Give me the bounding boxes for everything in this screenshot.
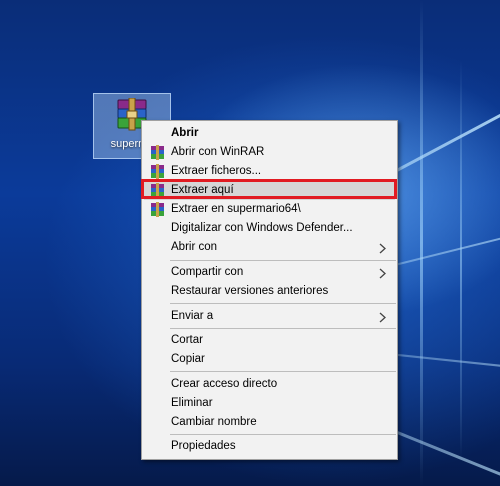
menu-item-extract-here[interactable]: Extraer aquí [144,181,395,200]
menu-item-open[interactable]: Abrir [144,124,395,143]
context-menu: Abrir Abrir con WinRAR Extraer ficheros.… [141,120,398,460]
menu-item-label: Compartir con [171,266,244,278]
winrar-icon [150,145,165,160]
menu-item-extract-files[interactable]: Extraer ficheros... [144,162,395,181]
menu-separator [170,328,396,329]
menu-item-restore-versions[interactable]: Restaurar versiones anteriores [144,282,395,301]
menu-separator [170,434,396,435]
menu-item-label: Abrir con [171,241,218,253]
menu-item-label: Extraer en supermario64\ [171,203,301,215]
menu-separator [170,303,396,304]
chevron-right-icon [379,242,387,254]
menu-item-properties[interactable]: Propiedades [144,437,395,456]
menu-item-label: Copiar [171,353,205,365]
menu-item-open-with-winrar[interactable]: Abrir con WinRAR [144,143,395,162]
menu-item-label: Cortar [171,334,203,346]
menu-item-send-to[interactable]: Enviar a [144,307,395,326]
menu-item-label: Cambiar nombre [171,416,257,428]
menu-item-label: Abrir con WinRAR [171,146,265,158]
menu-item-create-shortcut[interactable]: Crear acceso directo [144,375,395,394]
chevron-right-icon [379,267,387,279]
menu-item-copy[interactable]: Copiar [144,350,395,369]
menu-item-open-with[interactable]: Abrir con [144,238,395,257]
menu-item-label: Extraer ficheros... [171,165,262,177]
menu-item-label: Digitalizar con Windows Defender... [171,222,353,234]
chevron-right-icon [379,311,387,323]
menu-item-label: Restaurar versiones anteriores [171,285,329,297]
menu-item-rename[interactable]: Cambiar nombre [144,413,395,432]
menu-item-delete[interactable]: Eliminar [144,394,395,413]
menu-item-label: Extraer aquí [171,184,234,196]
menu-item-label: Abrir [171,127,199,139]
menu-item-label: Eliminar [171,397,213,409]
menu-item-label: Enviar a [171,310,214,322]
winrar-icon [150,183,165,198]
menu-item-scan-defender[interactable]: Digitalizar con Windows Defender... [144,219,395,238]
winrar-icon [150,164,165,179]
menu-item-label: Propiedades [171,440,236,452]
menu-item-cut[interactable]: Cortar [144,331,395,350]
menu-separator [170,260,396,261]
menu-separator [170,371,396,372]
menu-item-label: Crear acceso directo [171,378,278,390]
winrar-icon [150,202,165,217]
menu-item-share-with[interactable]: Compartir con [144,263,395,282]
menu-item-extract-to[interactable]: Extraer en supermario64\ [144,200,395,219]
